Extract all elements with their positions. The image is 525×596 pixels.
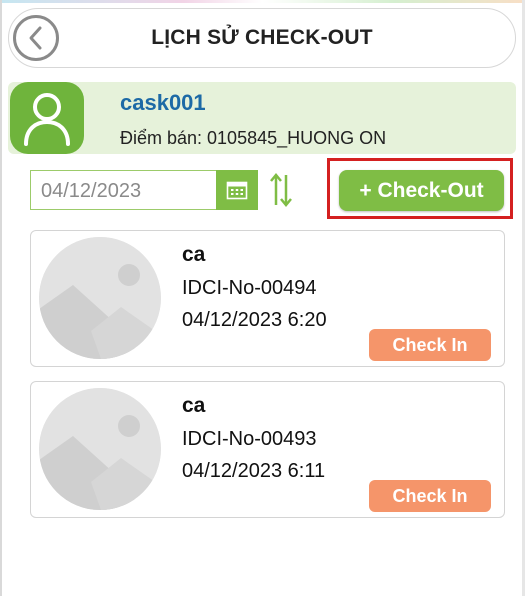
- record-name: ca: [182, 243, 206, 266]
- check-in-button[interactable]: Check In: [369, 480, 491, 512]
- record-card[interactable]: ca IDCI-No-00494 04/12/2023 6:20 Check I…: [30, 230, 505, 367]
- check-in-button[interactable]: Check In: [369, 329, 491, 361]
- store-info: Điểm bán: 0105845_HUONG ON: [120, 128, 387, 148]
- date-value: 04/12/2023: [41, 180, 142, 202]
- image-placeholder-icon: [39, 388, 161, 510]
- page-title: LỊCH SỬ CHECK-OUT: [151, 26, 373, 49]
- date-filter-field[interactable]: 04/12/2023: [30, 170, 258, 210]
- frame-left-edge: [0, 0, 2, 596]
- image-placeholder-icon: [39, 237, 161, 359]
- header-bar: LỊCH SỬ CHECK-OUT: [8, 8, 516, 68]
- record-code: IDCI-No-00494: [182, 277, 317, 299]
- record-time: 04/12/2023 6:20: [182, 309, 327, 331]
- calendar-icon: [226, 181, 248, 200]
- sort-arrows-icon: [270, 173, 292, 207]
- username: cask001: [120, 90, 206, 115]
- avatar: [10, 82, 84, 154]
- top-edge-strip: [0, 0, 525, 3]
- record-card[interactable]: ca IDCI-No-00493 04/12/2023 6:11 Check I…: [30, 381, 505, 518]
- user-icon: [24, 93, 70, 146]
- calendar-button[interactable]: [216, 170, 258, 210]
- profile-panel: cask001 Điểm bán: 0105845_HUONG ON: [8, 82, 516, 154]
- record-code: IDCI-No-00493: [182, 428, 317, 450]
- sort-button[interactable]: [268, 171, 294, 209]
- add-checkout-button[interactable]: + Check-Out: [339, 170, 504, 211]
- record-time: 04/12/2023 6:11: [182, 460, 326, 482]
- record-name: ca: [182, 394, 206, 417]
